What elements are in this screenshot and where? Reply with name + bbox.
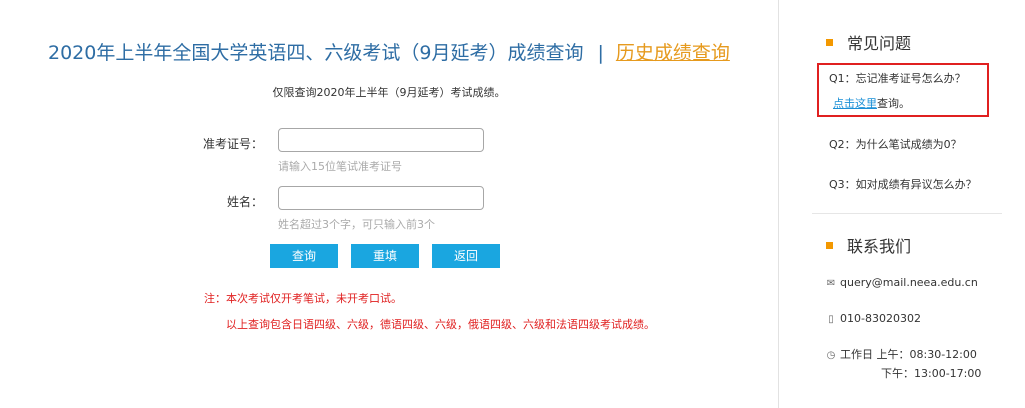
phone-icon: ▯ (828, 314, 834, 325)
contact-title: 联系我们 (847, 237, 912, 256)
contact-heading: 联系我们 (826, 233, 911, 257)
back-button[interactable]: 返回 (432, 244, 500, 268)
ticket-number-hint: 请输入15位笔试准考证号 (278, 160, 402, 173)
contact-email: query@mail.neea.edu.cn (840, 276, 978, 289)
history-scores-link[interactable]: 历史成绩查询 (616, 42, 730, 64)
contact-bullet-icon (826, 242, 833, 249)
contact-hours-pm: 下午：13:00-17:00 (881, 367, 982, 380)
faq-bullet-icon (826, 39, 833, 46)
sidebar-section-divider (812, 213, 1002, 214)
name-label: 姓名： (226, 195, 263, 209)
contact-hours-am-row: ◷ 工作日 上午：08:30-12:00 (826, 346, 977, 362)
reset-button[interactable]: 重填 (351, 244, 419, 268)
faq-q2[interactable]: Q2：为什么笔试成绩为0？ (829, 136, 962, 152)
page-title-row: 2020年上半年全国大学英语四、六级考试（9月延考）成绩查询 | 历史成绩查询 (48, 38, 730, 65)
query-button[interactable]: 查询 (270, 244, 338, 268)
main-panel: 2020年上半年全国大学英语四、六级考试（9月延考）成绩查询 | 历史成绩查询 仅限… (0, 0, 778, 408)
faq-title: 常见问题 (847, 34, 912, 53)
envelope-icon: ✉ (826, 278, 836, 289)
click-here-link[interactable]: 点击这里 (833, 97, 877, 110)
clock-icon: ◷ (826, 350, 836, 361)
contact-phone-row: ▯ 010-83020302 (826, 312, 921, 325)
ticket-number-input[interactable] (278, 128, 484, 152)
faq-q1: Q1：忘记准考证号怎么办？ (829, 72, 966, 85)
faq-q3[interactable]: Q3：如对成绩有异议怎么办？ (829, 176, 977, 192)
page-title: 2020年上半年全国大学英语四、六级考试（9月延考）成绩查询 (48, 42, 584, 64)
faq-q1-answer: 点击这里查询。 (833, 95, 910, 111)
language-scope-note: 以上查询包含日语四级、六级，德语四级、六级，俄语四级、六级和法语四级考试成绩。 (226, 318, 655, 331)
scope-note: 仅限查询2020年上半年（9月延考）考试成绩。 (272, 86, 506, 99)
contact-email-row: ✉ query@mail.neea.edu.cn (826, 276, 978, 289)
sidebar-divider (778, 0, 779, 408)
title-separator: | (597, 42, 604, 64)
contact-phone: 010-83020302 (840, 312, 921, 325)
faq-heading: 常见问题 (826, 30, 911, 54)
name-hint: 姓名超过3个字，可只输入前3个 (278, 218, 435, 231)
contact-hours-am: 工作日 上午：08:30-12:00 (840, 348, 977, 361)
written-only-note: 注：本次考试仅开考笔试，未开考口试。 (204, 292, 402, 305)
name-input[interactable] (278, 186, 484, 210)
faq-q1-answer-suffix: 查询。 (877, 97, 910, 110)
ticket-number-label: 准考证号： (202, 137, 263, 151)
